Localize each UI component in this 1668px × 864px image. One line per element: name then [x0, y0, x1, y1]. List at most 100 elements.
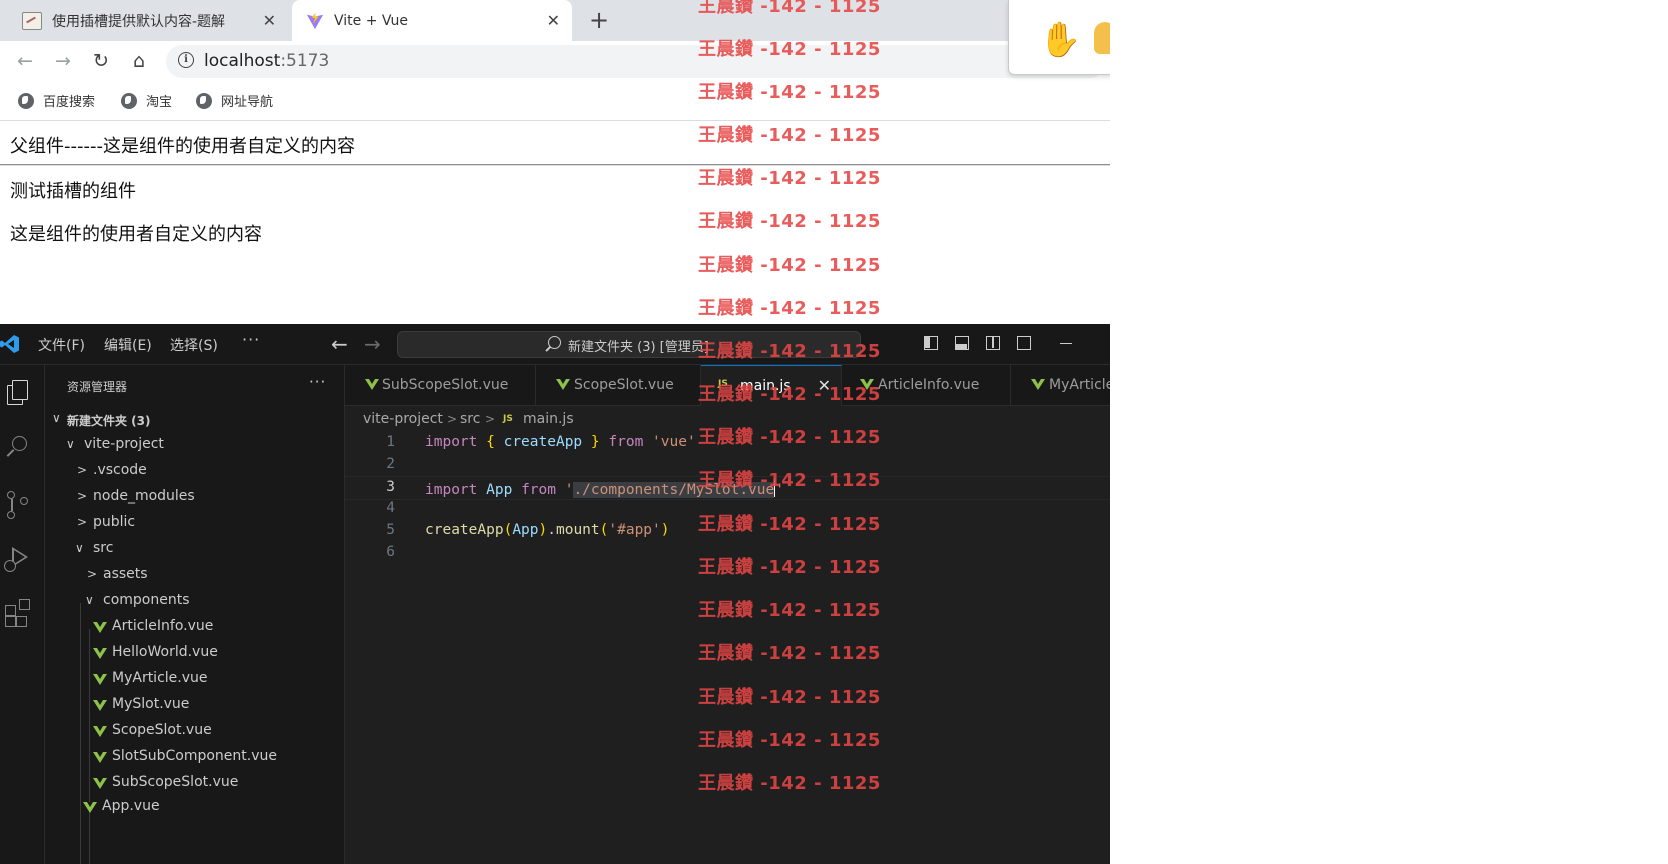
search-view-icon[interactable]	[0, 427, 44, 471]
lightbulb-icon[interactable]	[1094, 22, 1110, 54]
close-tab-icon[interactable]: ✕	[263, 11, 276, 30]
globe-icon	[121, 92, 137, 109]
tree-file[interactable]: MySlot.vue	[45, 693, 344, 719]
editor-tab-label: ScopeSlot.vue	[574, 377, 674, 393]
editor-tab[interactable]: ArticleInfo.vue	[842, 365, 1011, 405]
code-line-current[interactable]: 3 import App from './components/MySlot.v…	[345, 476, 1110, 500]
horizontal-rule	[0, 164, 1110, 165]
component-heading: 测试插槽的组件	[10, 181, 136, 202]
vscode-title-bar: 文件(F) 编辑(E) 选择(S) ··· ← → 新建文件夹 (3) [管理员…	[0, 324, 1110, 365]
breadcrumb-chevron-icon: >	[485, 412, 496, 426]
tree-folder-src[interactable]: ∨ src	[45, 537, 344, 563]
forward-button[interactable]: →	[51, 49, 75, 73]
code-line[interactable]: 4	[345, 498, 1110, 520]
tree-label: ScopeSlot.vue	[112, 722, 212, 738]
tab-title: 使用插槽提供默认内容-题解	[52, 13, 226, 30]
tree-file[interactable]: SlotSubComponent.vue	[45, 745, 344, 771]
vue-file-icon	[93, 622, 107, 633]
back-button[interactable]: ←	[13, 49, 37, 73]
tree-file[interactable]: SubScopeSlot.vue	[45, 771, 344, 797]
toggle-primary-sidebar-icon[interactable]	[924, 336, 938, 350]
menu-edit[interactable]: 编辑(E)	[104, 335, 152, 355]
go-forward-arrow-icon[interactable]: →	[364, 332, 381, 356]
tree-file[interactable]: ArticleInfo.vue	[45, 615, 344, 641]
command-center[interactable]: 新建文件夹 (3) [管理员]	[397, 331, 861, 358]
bookmark-label: 网址导航	[221, 95, 274, 110]
minimize-window-button[interactable]	[1060, 343, 1072, 344]
screenshot: 使用插槽提供默认内容-题解 ✕ Vite + Vue ✕ + ← → ↻ ⌂ i…	[0, 0, 1110, 864]
line-number: 6	[386, 544, 395, 560]
vue-file-icon	[93, 700, 107, 711]
tree-folder-vite-project[interactable]: ∨ vite-project	[45, 433, 344, 459]
code-editor[interactable]: 1 import { createApp } from 'vue' 2 3 im…	[345, 432, 1110, 864]
customize-layout-icon[interactable]	[1017, 336, 1031, 350]
bookmark-navigation[interactable]: 网址导航	[196, 91, 273, 110]
tree-file[interactable]: MyArticle.vue	[45, 667, 344, 693]
chevron-right-icon: >	[77, 515, 88, 529]
site-info-icon[interactable]: i	[178, 52, 194, 68]
reload-button[interactable]: ↻	[89, 49, 113, 73]
extensions-icon[interactable]	[0, 595, 44, 639]
tree-folder-vscode[interactable]: > .vscode	[45, 459, 344, 485]
code-line[interactable]: 2	[345, 454, 1110, 476]
menu-file[interactable]: 文件(F)	[38, 335, 85, 355]
tree-folder-assets[interactable]: > assets	[45, 563, 344, 589]
browser-tab-solution[interactable]: 使用插槽提供默认内容-题解 ✕	[0, 0, 288, 41]
hand-icon[interactable]: ✋	[1039, 20, 1081, 60]
url-text[interactable]: localhost:5173	[204, 51, 329, 71]
activity-bar	[0, 365, 45, 864]
source-control-icon[interactable]	[0, 483, 44, 527]
bookmark-baidu[interactable]: 百度搜索	[18, 91, 95, 110]
browser-tab-vite[interactable]: Vite + Vue ✕	[292, 0, 572, 41]
js-file-icon: JS	[503, 414, 513, 424]
tree-folder-node-modules[interactable]: > node_modules	[45, 485, 344, 511]
vue-file-icon	[93, 648, 107, 659]
vue-file-icon	[860, 379, 874, 390]
vue-file-icon	[93, 778, 107, 789]
explorer-icon[interactable]	[0, 371, 44, 415]
close-tab-icon[interactable]: ✕	[818, 376, 831, 395]
chevron-down-icon: ∨	[85, 593, 94, 607]
chevron-right-icon: >	[77, 463, 88, 477]
line-number: 1	[386, 434, 395, 450]
home-button[interactable]: ⌂	[127, 49, 151, 73]
run-and-debug-icon[interactable]	[0, 539, 44, 583]
vue-file-icon	[365, 379, 379, 390]
menu-selection[interactable]: 选择(S)	[170, 335, 218, 355]
new-tab-button[interactable]: +	[589, 6, 609, 34]
breadcrumb-item[interactable]: main.js	[523, 411, 574, 427]
line-number: 3	[386, 479, 395, 495]
bookmark-taobao[interactable]: 淘宝	[121, 91, 172, 110]
tab-title: Vite + Vue	[334, 12, 409, 29]
tree-folder-components[interactable]: ∨ components	[45, 589, 344, 615]
go-back-arrow-icon[interactable]: ←	[331, 332, 348, 356]
tree-folder-public[interactable]: > public	[45, 511, 344, 537]
code-line[interactable]: 1 import { createApp } from 'vue'	[345, 432, 1110, 454]
tree-file[interactable]: ScopeSlot.vue	[45, 719, 344, 745]
code-line[interactable]: 5 createApp(App).mount('#app')	[345, 520, 1110, 542]
tree-file[interactable]: App.vue	[45, 795, 344, 821]
js-file-icon: JS	[718, 379, 728, 389]
editor-tab[interactable]: SubScopeSlot.vue	[345, 365, 536, 405]
address-bar[interactable]: i localhost:5173	[166, 45, 1106, 78]
breadcrumb-item[interactable]: src	[460, 411, 480, 427]
toggle-panel-icon[interactable]	[955, 336, 969, 350]
tree-file[interactable]: HelloWorld.vue	[45, 641, 344, 667]
explorer-more-button[interactable]: ···	[309, 373, 326, 391]
close-tab-icon[interactable]: ✕	[547, 11, 560, 30]
bookmark-label: 淘宝	[146, 95, 173, 110]
url-host: localhost	[204, 51, 281, 71]
editor-tab[interactable]: MyArticleInfo.vue	[1011, 365, 1110, 405]
parent-slot-text: 父组件------这是组件的使用者自定义的内容	[10, 136, 355, 157]
editor-tab[interactable]: ScopeSlot.vue	[536, 365, 701, 405]
toggle-secondary-sidebar-icon[interactable]	[986, 336, 1000, 350]
vue-file-icon	[93, 752, 107, 763]
breadcrumb-item[interactable]: vite-project	[363, 411, 443, 427]
tree-label: 新建文件夹 (3)	[67, 414, 151, 428]
editor-tab-active[interactable]: JS main.js ✕	[701, 365, 842, 406]
menu-more-button[interactable]: ···	[242, 330, 260, 349]
tree-folder-root[interactable]: ∨ 新建文件夹 (3)	[45, 407, 344, 433]
command-center-label: 新建文件夹 (3) [管理员]	[568, 340, 709, 355]
code-line[interactable]: 6	[345, 542, 1110, 564]
explorer-title: 资源管理器	[67, 380, 128, 394]
